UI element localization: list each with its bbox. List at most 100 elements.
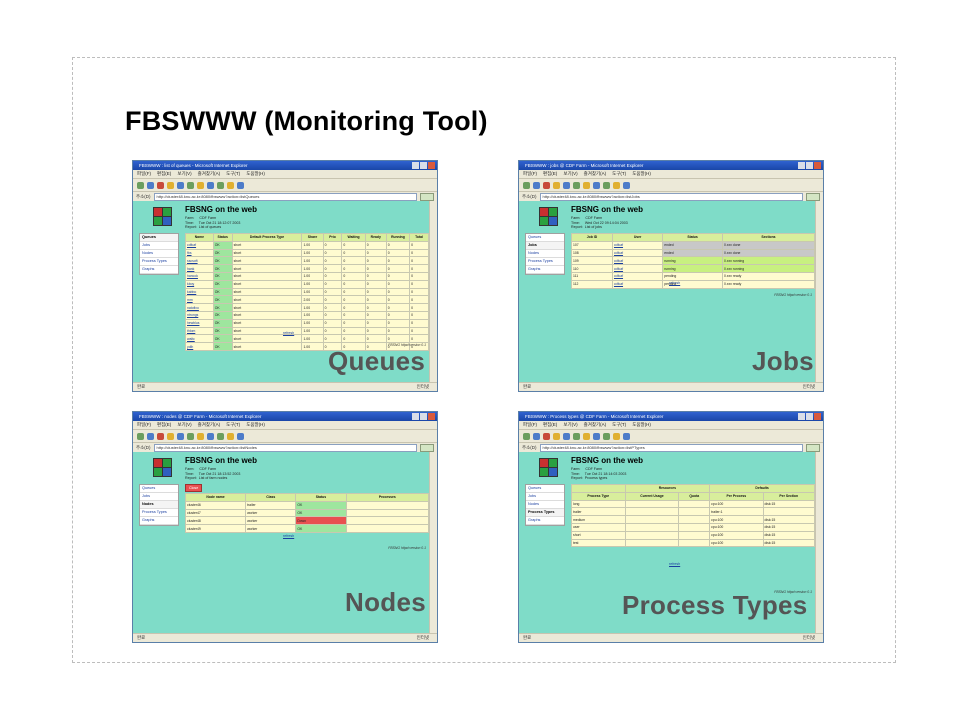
sidebar-item[interactable]: Jobs xyxy=(140,242,178,250)
go-button[interactable] xyxy=(806,443,820,452)
table-cell[interactable]: hewblus xyxy=(185,318,214,328)
table-cell[interactable]: hancok xyxy=(185,271,214,281)
menu-item[interactable]: 즐겨찾기(A) xyxy=(584,421,607,429)
go-button[interactable] xyxy=(420,192,434,201)
refresh-icon[interactable] xyxy=(553,432,560,440)
table-cell[interactable]: mm xyxy=(185,295,214,305)
print-icon[interactable] xyxy=(237,432,244,440)
menu-item[interactable]: 편집(E) xyxy=(157,421,171,429)
forward-icon[interactable] xyxy=(533,432,540,440)
refresh-link[interactable]: refresh xyxy=(283,534,294,538)
history-icon[interactable] xyxy=(603,181,610,189)
menu-item[interactable]: 도움말(H) xyxy=(632,170,651,178)
favorites-icon[interactable] xyxy=(583,432,590,440)
maximize-icon[interactable] xyxy=(806,162,813,169)
search-icon[interactable] xyxy=(187,181,194,189)
table-cell[interactable]: 109 xyxy=(571,256,613,266)
home-icon[interactable] xyxy=(563,181,570,189)
home-icon[interactable] xyxy=(563,432,570,440)
sidebar-item[interactable]: Nodes xyxy=(140,501,178,509)
minimize-icon[interactable] xyxy=(412,413,419,420)
forward-icon[interactable] xyxy=(147,432,154,440)
search-icon[interactable] xyxy=(573,181,580,189)
sidebar-item[interactable]: Graphs xyxy=(526,517,564,525)
search-icon[interactable] xyxy=(187,432,194,440)
minimize-icon[interactable] xyxy=(412,162,419,169)
table-cell[interactable]: hank xyxy=(185,264,214,273)
refresh-link[interactable]: refresh xyxy=(669,281,680,285)
scrollbar[interactable] xyxy=(429,201,437,383)
menu-item[interactable]: 파일(F) xyxy=(137,170,151,178)
menu-item[interactable]: 파일(F) xyxy=(523,170,537,178)
print-icon[interactable] xyxy=(623,432,630,440)
address-input[interactable]: http://cluster48.knu.ac.kr:8080/fbswww?a… xyxy=(539,192,803,201)
back-icon[interactable] xyxy=(137,432,144,440)
mail-icon[interactable] xyxy=(227,181,234,189)
sidebar-item[interactable]: Jobs xyxy=(526,493,564,501)
table-cell[interactable]: cdfcaf xyxy=(185,240,214,250)
menu-item[interactable]: 편집(E) xyxy=(543,421,557,429)
sidebar-item[interactable]: Nodes xyxy=(140,250,178,258)
menu-item[interactable]: 도구(T) xyxy=(226,170,240,178)
home-icon[interactable] xyxy=(177,432,184,440)
close-icon[interactable] xyxy=(814,413,821,420)
address-input[interactable]: http://cluster48.knu.ac.kr:8080/fbswww?a… xyxy=(539,443,803,452)
mail-icon[interactable] xyxy=(613,432,620,440)
mail-icon[interactable] xyxy=(227,432,234,440)
table-cell[interactable]: cluster48 xyxy=(184,516,247,526)
sidebar-item[interactable]: Nodes xyxy=(526,501,564,509)
sidebar-item[interactable]: Jobs xyxy=(526,242,564,250)
sidebar-item[interactable]: Queues xyxy=(526,485,564,493)
media-icon[interactable] xyxy=(593,432,600,440)
minimize-icon[interactable] xyxy=(798,162,805,169)
stop-icon[interactable] xyxy=(157,181,164,189)
stop-icon[interactable] xyxy=(543,432,550,440)
menu-item[interactable]: 편집(E) xyxy=(157,170,171,178)
close-button[interactable]: Close xyxy=(185,484,203,492)
forward-icon[interactable] xyxy=(533,181,540,189)
table-cell[interactable]: cluster46 xyxy=(184,500,247,510)
history-icon[interactable] xyxy=(603,432,610,440)
search-icon[interactable] xyxy=(573,432,580,440)
menu-item[interactable]: 도움말(H) xyxy=(246,421,265,429)
stop-icon[interactable] xyxy=(157,432,164,440)
mail-icon[interactable] xyxy=(613,181,620,189)
table-cell[interactable]: kabbo xyxy=(185,287,214,297)
menu-item[interactable]: 파일(F) xyxy=(137,421,151,429)
menu-item[interactable]: 파일(F) xyxy=(523,421,537,429)
media-icon[interactable] xyxy=(207,181,214,189)
forward-icon[interactable] xyxy=(147,181,154,189)
menu-item[interactable]: 도구(T) xyxy=(612,170,626,178)
sidebar-item[interactable]: Process Types xyxy=(140,258,178,266)
menu-item[interactable]: 즐겨찾기(A) xyxy=(584,170,607,178)
sidebar-item[interactable]: Queues xyxy=(526,234,564,242)
table-cell[interactable]: cluster49 xyxy=(184,524,247,533)
menu-item[interactable]: 편집(E) xyxy=(543,170,557,178)
sidebar-item[interactable]: Queues xyxy=(140,485,178,493)
maximize-icon[interactable] xyxy=(420,162,427,169)
table-cell[interactable]: 112 xyxy=(571,279,613,289)
menu-item[interactable]: 도움말(H) xyxy=(246,170,265,178)
close-icon[interactable] xyxy=(428,162,435,169)
table-cell[interactable]: 111 xyxy=(571,271,613,281)
home-icon[interactable] xyxy=(177,181,184,189)
refresh-icon[interactable] xyxy=(167,181,174,189)
media-icon[interactable] xyxy=(593,181,600,189)
address-input[interactable]: http://cluster48.knu.ac.kr:8080/fbswww?a… xyxy=(153,192,417,201)
close-icon[interactable] xyxy=(814,162,821,169)
menu-item[interactable]: 즐겨찾기(A) xyxy=(198,170,221,178)
refresh-icon[interactable] xyxy=(553,181,560,189)
table-cell[interactable]: 107 xyxy=(571,240,613,250)
sidebar-item[interactable]: Graphs xyxy=(526,266,564,274)
refresh-link[interactable]: refresh xyxy=(283,331,294,335)
back-icon[interactable] xyxy=(523,432,530,440)
address-input[interactable]: http://cluster48.knu.ac.kr:8080/fbswww?a… xyxy=(153,443,417,452)
table-cell[interactable]: thlom xyxy=(185,326,214,336)
favorites-icon[interactable] xyxy=(197,432,204,440)
sidebar-item[interactable]: Process Types xyxy=(526,509,564,517)
table-cell[interactable]: fbs xyxy=(185,248,214,258)
close-icon[interactable] xyxy=(428,413,435,420)
table-cell[interactable]: 110 xyxy=(571,264,613,273)
menu-item[interactable]: 도구(T) xyxy=(226,421,240,429)
print-icon[interactable] xyxy=(237,181,244,189)
